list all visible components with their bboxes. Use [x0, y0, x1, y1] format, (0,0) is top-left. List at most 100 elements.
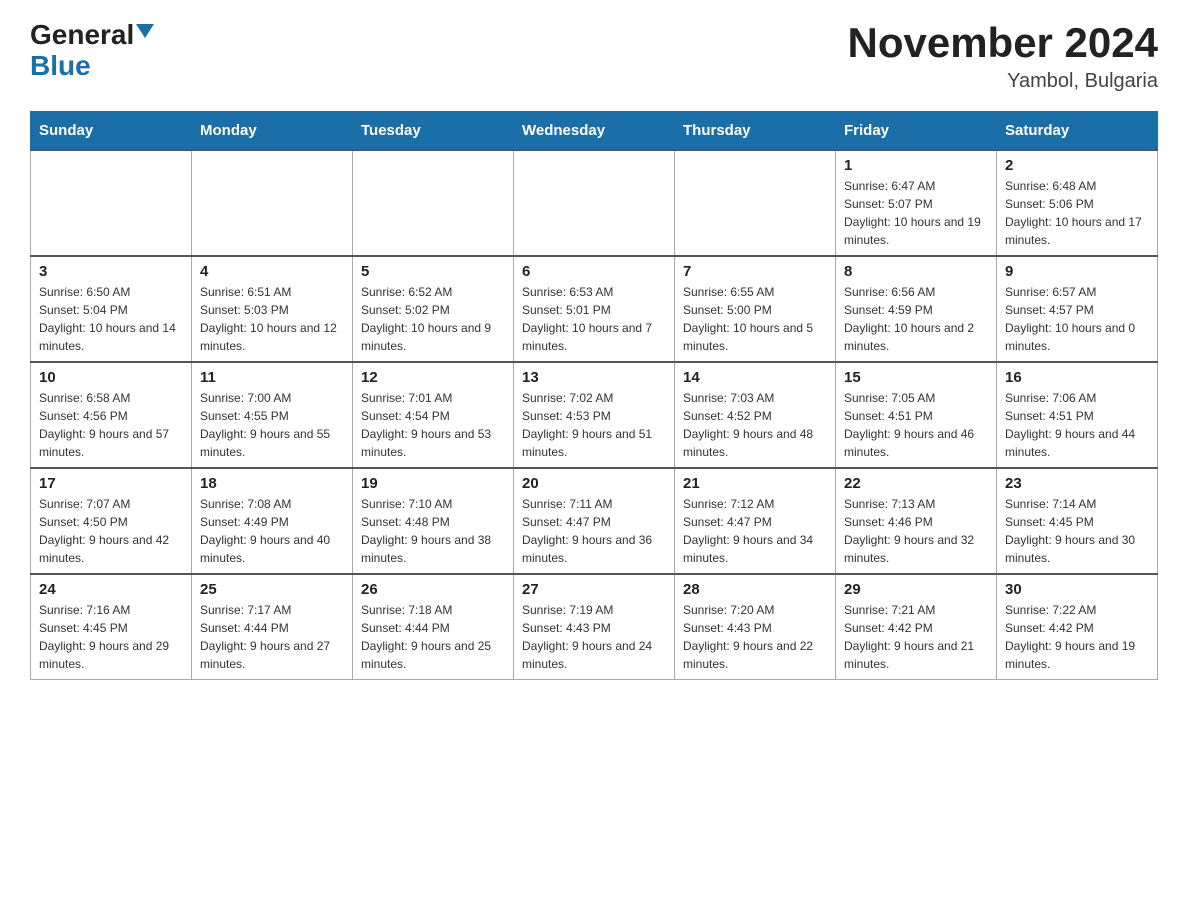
calendar-header: Sunday Monday Tuesday Wednesday Thursday…: [31, 112, 1158, 151]
day-number: 25: [200, 581, 344, 598]
calendar-cell: 8 Sunrise: 6:56 AMSunset: 4:59 PMDaylight…: [836, 256, 997, 362]
day-info: Sunrise: 6:53 AMSunset: 5:01 PMDaylight:…: [522, 283, 666, 355]
header-friday: Friday: [836, 112, 997, 151]
calendar-week-row: 3 Sunrise: 6:50 AMSunset: 5:04 PMDaylight…: [31, 256, 1158, 362]
calendar-cell: 13Sunrise: 7:02 AMSunset: 4:53 PMDayligh…: [514, 362, 675, 468]
day-info: Sunrise: 6:48 AMSunset: 5:06 PMDaylight:…: [1005, 177, 1149, 249]
header-saturday: Saturday: [997, 112, 1158, 151]
header-tuesday: Tuesday: [353, 112, 514, 151]
calendar-subtitle: Yambol, Bulgaria: [847, 70, 1158, 93]
calendar-body: 1 Sunrise: 6:47 AMSunset: 5:07 PMDaylight…: [31, 150, 1158, 680]
day-number: 20: [522, 475, 666, 492]
day-number: 13: [522, 369, 666, 386]
day-number: 21: [683, 475, 827, 492]
day-info: Sunrise: 7:00 AMSunset: 4:55 PMDaylight:…: [200, 389, 344, 461]
calendar-cell: 21 Sunrise: 7:12 AMSunset: 4:47 PMDayligh…: [675, 468, 836, 574]
logo-chevron-icon: [136, 24, 154, 47]
days-of-week-row: Sunday Monday Tuesday Wednesday Thursday…: [31, 112, 1158, 151]
day-number: 22: [844, 475, 988, 492]
day-info: Sunrise: 7:10 AMSunset: 4:48 PMDaylight:…: [361, 495, 505, 567]
calendar-title: November 2024: [847, 20, 1158, 66]
day-info: Sunrise: 7:07 AMSunset: 4:50 PMDaylight:…: [39, 495, 183, 567]
day-number: 24: [39, 581, 183, 598]
calendar-cell: 12Sunrise: 7:01 AMSunset: 4:54 PMDayligh…: [353, 362, 514, 468]
calendar-table: Sunday Monday Tuesday Wednesday Thursday…: [30, 111, 1158, 680]
calendar-cell: 16 Sunrise: 7:06 AMSunset: 4:51 PMDayligh…: [997, 362, 1158, 468]
day-info: Sunrise: 7:21 AMSunset: 4:42 PMDaylight:…: [844, 601, 988, 673]
header-wednesday: Wednesday: [514, 112, 675, 151]
day-info: Sunrise: 6:55 AMSunset: 5:00 PMDaylight:…: [683, 283, 827, 355]
day-number: 4: [200, 263, 344, 280]
calendar-cell: [675, 150, 836, 256]
day-number: 23: [1005, 475, 1149, 492]
day-info: Sunrise: 6:52 AMSunset: 5:02 PMDaylight:…: [361, 283, 505, 355]
header-thursday: Thursday: [675, 112, 836, 151]
day-info: Sunrise: 7:06 AMSunset: 4:51 PMDaylight:…: [1005, 389, 1149, 461]
day-number: 27: [522, 581, 666, 598]
calendar-cell: 19 Sunrise: 7:10 AMSunset: 4:48 PMDayligh…: [353, 468, 514, 574]
calendar-cell: 1 Sunrise: 6:47 AMSunset: 5:07 PMDaylight…: [836, 150, 997, 256]
day-number: 1: [844, 157, 988, 174]
calendar-cell: [514, 150, 675, 256]
day-info: Sunrise: 7:08 AMSunset: 4:49 PMDaylight:…: [200, 495, 344, 567]
calendar-cell: 4 Sunrise: 6:51 AMSunset: 5:03 PMDaylight…: [192, 256, 353, 362]
calendar-cell: 22 Sunrise: 7:13 AMSunset: 4:46 PMDayligh…: [836, 468, 997, 574]
calendar-cell: 27 Sunrise: 7:19 AMSunset: 4:43 PMDayligh…: [514, 574, 675, 680]
day-number: 17: [39, 475, 183, 492]
calendar-cell: 24 Sunrise: 7:16 AMSunset: 4:45 PMDayligh…: [31, 574, 192, 680]
day-info: Sunrise: 7:16 AMSunset: 4:45 PMDaylight:…: [39, 601, 183, 673]
calendar-cell: 7 Sunrise: 6:55 AMSunset: 5:00 PMDaylight…: [675, 256, 836, 362]
header-monday: Monday: [192, 112, 353, 151]
calendar-cell: 3 Sunrise: 6:50 AMSunset: 5:04 PMDaylight…: [31, 256, 192, 362]
day-number: 8: [844, 263, 988, 280]
calendar-cell: 14Sunrise: 7:03 AMSunset: 4:52 PMDayligh…: [675, 362, 836, 468]
day-info: Sunrise: 7:17 AMSunset: 4:44 PMDaylight:…: [200, 601, 344, 673]
calendar-week-row: 1 Sunrise: 6:47 AMSunset: 5:07 PMDaylight…: [31, 150, 1158, 256]
day-info: Sunrise: 7:13 AMSunset: 4:46 PMDaylight:…: [844, 495, 988, 567]
day-number: 14: [683, 369, 827, 386]
calendar-cell: 15Sunrise: 7:05 AMSunset: 4:51 PMDayligh…: [836, 362, 997, 468]
day-number: 12: [361, 369, 505, 386]
day-info: Sunrise: 6:50 AMSunset: 5:04 PMDaylight:…: [39, 283, 183, 355]
calendar-cell: 30 Sunrise: 7:22 AMSunset: 4:42 PMDayligh…: [997, 574, 1158, 680]
day-info: Sunrise: 7:12 AMSunset: 4:47 PMDaylight:…: [683, 495, 827, 567]
day-number: 19: [361, 475, 505, 492]
day-number: 9: [1005, 263, 1149, 280]
page-header: General Blue November 2024 Yambol, Bulga…: [30, 20, 1158, 93]
calendar-week-row: 10 Sunrise: 6:58 AMSunset: 4:56 PMDayligh…: [31, 362, 1158, 468]
day-number: 30: [1005, 581, 1149, 598]
day-number: 10: [39, 369, 183, 386]
header-sunday: Sunday: [31, 112, 192, 151]
calendar-cell: 5Sunrise: 6:52 AMSunset: 5:02 PMDaylight…: [353, 256, 514, 362]
logo: General Blue: [30, 20, 154, 82]
day-number: 29: [844, 581, 988, 598]
day-info: Sunrise: 7:22 AMSunset: 4:42 PMDaylight:…: [1005, 601, 1149, 673]
day-info: Sunrise: 6:58 AMSunset: 4:56 PMDaylight:…: [39, 389, 183, 461]
day-number: 28: [683, 581, 827, 598]
calendar-week-row: 17 Sunrise: 7:07 AMSunset: 4:50 PMDayligh…: [31, 468, 1158, 574]
calendar-cell: 9 Sunrise: 6:57 AMSunset: 4:57 PMDaylight…: [997, 256, 1158, 362]
calendar-cell: 17 Sunrise: 7:07 AMSunset: 4:50 PMDayligh…: [31, 468, 192, 574]
calendar-cell: 18 Sunrise: 7:08 AMSunset: 4:49 PMDayligh…: [192, 468, 353, 574]
title-block: November 2024 Yambol, Bulgaria: [847, 20, 1158, 93]
day-number: 6: [522, 263, 666, 280]
day-number: 11: [200, 369, 344, 386]
day-number: 7: [683, 263, 827, 280]
day-number: 18: [200, 475, 344, 492]
day-info: Sunrise: 7:18 AMSunset: 4:44 PMDaylight:…: [361, 601, 505, 673]
day-info: Sunrise: 7:20 AMSunset: 4:43 PMDaylight:…: [683, 601, 827, 673]
day-info: Sunrise: 7:19 AMSunset: 4:43 PMDaylight:…: [522, 601, 666, 673]
day-info: Sunrise: 6:56 AMSunset: 4:59 PMDaylight:…: [844, 283, 988, 355]
day-number: 2: [1005, 157, 1149, 174]
day-info: Sunrise: 7:05 AMSunset: 4:51 PMDaylight:…: [844, 389, 988, 461]
day-info: Sunrise: 7:14 AMSunset: 4:45 PMDaylight:…: [1005, 495, 1149, 567]
calendar-cell: 20Sunrise: 7:11 AMSunset: 4:47 PMDayligh…: [514, 468, 675, 574]
calendar-cell: 28 Sunrise: 7:20 AMSunset: 4:43 PMDayligh…: [675, 574, 836, 680]
day-number: 3: [39, 263, 183, 280]
day-info: Sunrise: 6:47 AMSunset: 5:07 PMDaylight:…: [844, 177, 988, 249]
day-number: 16: [1005, 369, 1149, 386]
calendar-cell: 11 Sunrise: 7:00 AMSunset: 4:55 PMDayligh…: [192, 362, 353, 468]
calendar-cell: [192, 150, 353, 256]
day-info: Sunrise: 6:51 AMSunset: 5:03 PMDaylight:…: [200, 283, 344, 355]
day-info: Sunrise: 6:57 AMSunset: 4:57 PMDaylight:…: [1005, 283, 1149, 355]
